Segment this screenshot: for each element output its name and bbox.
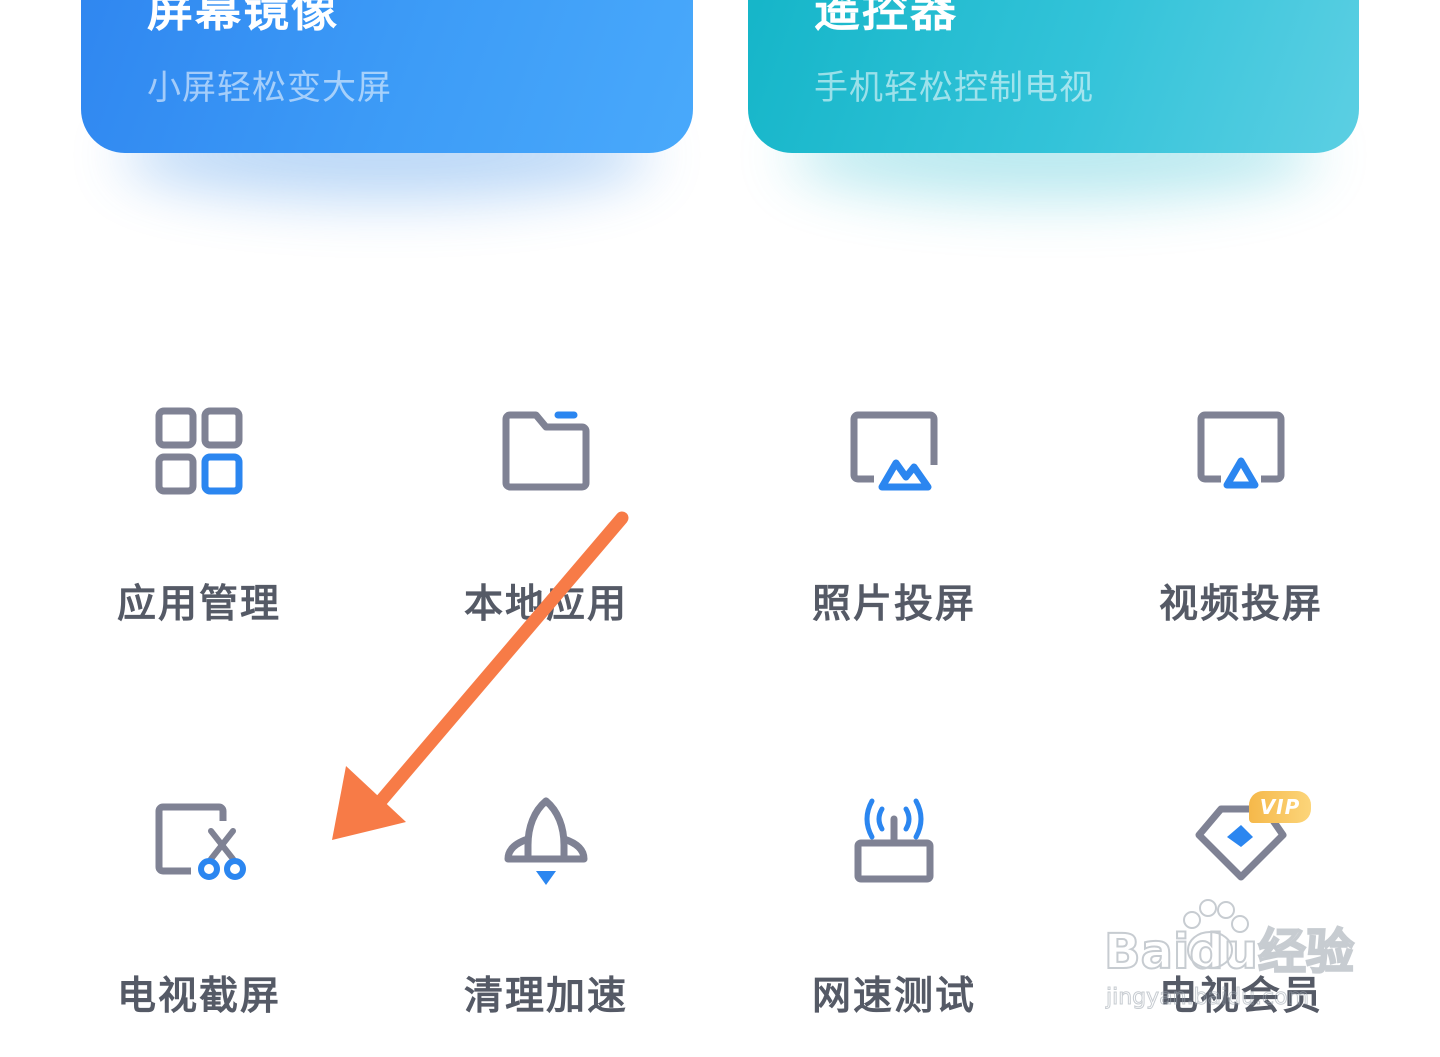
tile-speed-test[interactable]: 网速测试 bbox=[744, 797, 1044, 1057]
tile-label: 应用管理 bbox=[116, 582, 281, 627]
annotation-arrow bbox=[332, 511, 629, 840]
video-cast-icon bbox=[1197, 411, 1285, 489]
tile-video-cast[interactable]: 视频投屏 bbox=[1091, 405, 1391, 665]
router-icon bbox=[854, 798, 934, 883]
card-subtitle: 手机轻松控制电视 bbox=[814, 68, 1094, 108]
card-title: 屏幕镜像 bbox=[147, 0, 339, 37]
tile-label: 电视截屏 bbox=[116, 974, 281, 1019]
tile-app-management[interactable]: 应用管理 bbox=[49, 405, 349, 665]
card-subtitle: 小屏轻松变大屏 bbox=[147, 68, 392, 108]
card-title: 遥控器 bbox=[814, 0, 958, 37]
tile-label: 清理加速 bbox=[463, 974, 628, 1019]
folder-icon bbox=[502, 411, 590, 491]
screen-mirror-card[interactable]: 屏幕镜像 小屏轻松变大屏 bbox=[81, 0, 693, 200]
watermark-brand: Baidu经验 bbox=[1104, 924, 1354, 980]
tile-label: 视频投屏 bbox=[1158, 582, 1323, 627]
tile-photo-cast[interactable]: 照片投屏 bbox=[744, 405, 1044, 665]
app-grid-icon bbox=[155, 407, 243, 495]
tile-tv-screenshot[interactable]: 电视截屏 bbox=[49, 797, 349, 1057]
photo-cast-icon bbox=[850, 411, 938, 491]
tile-label: 照片投屏 bbox=[811, 582, 976, 627]
vip-badge: VIP bbox=[1249, 791, 1311, 823]
remote-control-card[interactable]: 遥控器 手机轻松控制电视 bbox=[748, 0, 1359, 200]
tile-label: 网速测试 bbox=[811, 974, 976, 1019]
baidu-watermark: Baidu经验 jingyan.baidu.com bbox=[1103, 899, 1355, 1011]
tv-screenshot-icon bbox=[155, 803, 246, 880]
watermark-url: jingyan.baidu.com bbox=[1105, 985, 1309, 1010]
